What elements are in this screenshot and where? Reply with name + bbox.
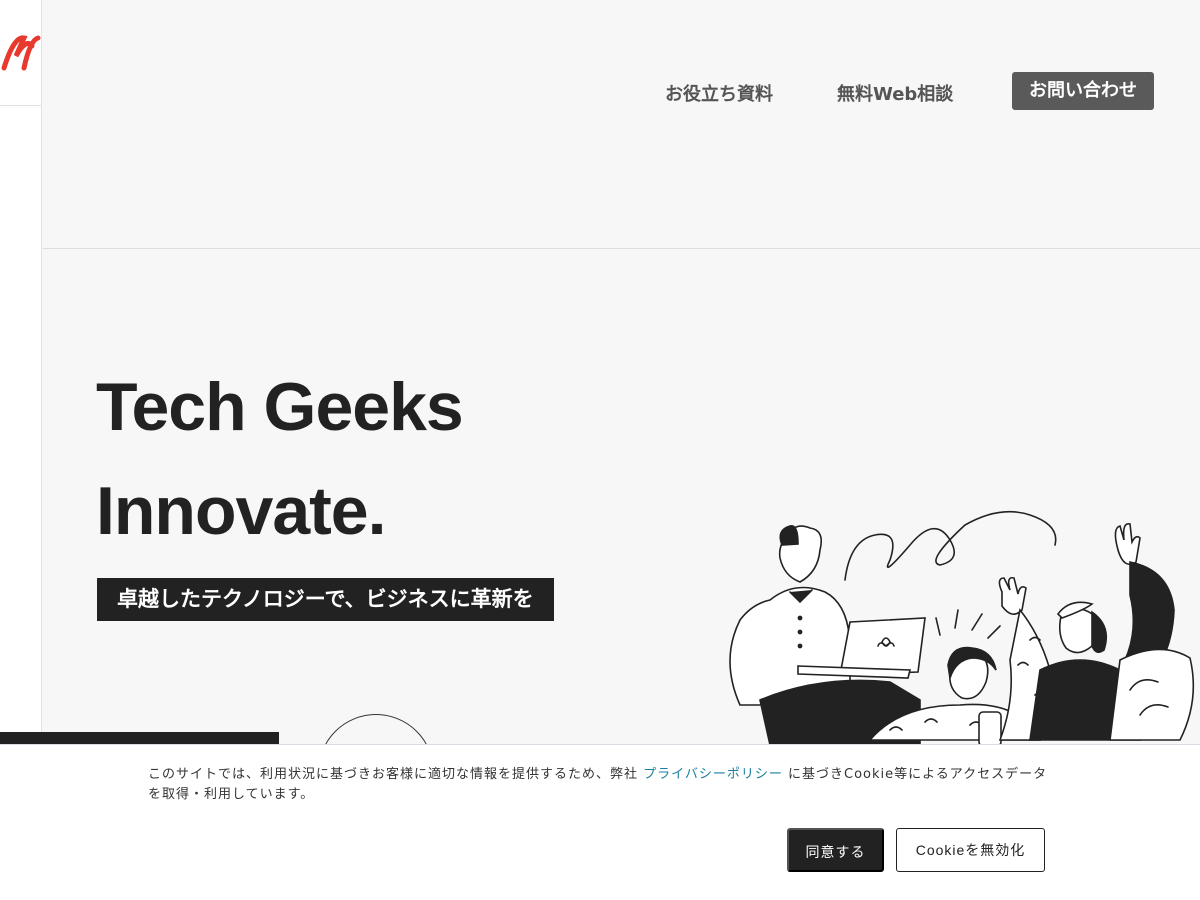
nav-consult-link[interactable]: 無料Web相談 [837, 80, 953, 106]
site-header: お役立ち資料 無料Web相談 お問い合わせ [43, 0, 1200, 249]
cookie-disable-button[interactable]: Cookieを無効化 [896, 828, 1045, 872]
brand-logo-icon [1, 35, 41, 71]
people-celebrating-illustration [729, 510, 1195, 747]
cookie-text-before: このサイトでは、利用状況に基づきお客様に適切な情報を提供するため、弊社 [148, 767, 644, 782]
cookie-agree-button[interactable]: 同意する [787, 828, 884, 872]
cookie-banner: このサイトでは、利用状況に基づきお客様に適切な情報を提供するため、弊社 プライバ… [0, 744, 1200, 900]
hero-tagline: 卓越したテクノロジーで、ビジネスに革新を [97, 578, 554, 621]
cookie-notice-text: このサイトでは、利用状況に基づきお客様に適切な情報を提供するため、弊社 プライバ… [148, 765, 1048, 805]
hero-title-line1: Tech Geeks [96, 369, 464, 445]
nav-resources-link[interactable]: お役立ち資料 [665, 80, 773, 106]
brand-logo[interactable] [0, 0, 42, 106]
contact-button[interactable]: お問い合わせ [1012, 72, 1154, 110]
privacy-policy-link[interactable]: プライバシーポリシー [643, 767, 783, 782]
hero-title-line2: Innovate. [96, 473, 386, 549]
